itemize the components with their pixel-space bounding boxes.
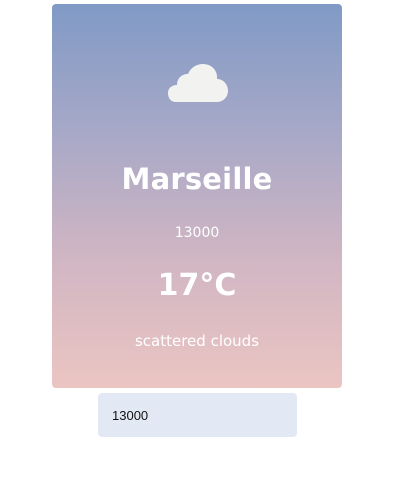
temperature: 17°C xyxy=(157,268,237,303)
city-name: Marseille xyxy=(121,162,273,196)
weather-card: Marseille 13000 17°C scattered clouds xyxy=(52,4,342,388)
weather-description: scattered clouds xyxy=(134,332,260,350)
zip-input[interactable] xyxy=(98,393,297,437)
cloud-icon xyxy=(168,64,228,102)
zip-code: 13000 xyxy=(174,225,220,241)
